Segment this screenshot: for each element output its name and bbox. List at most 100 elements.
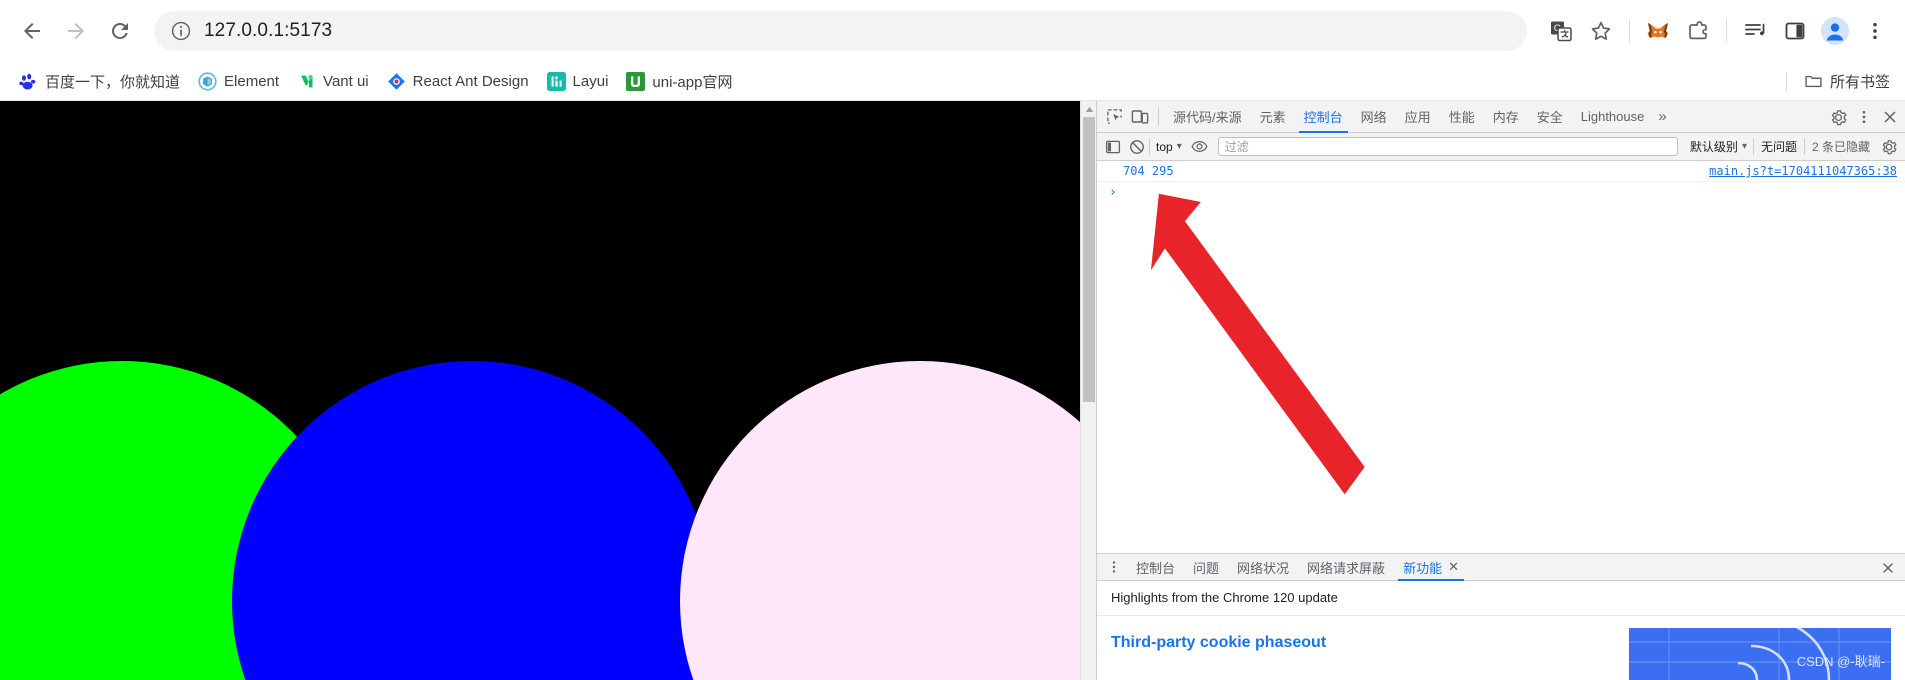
devtools-tab-security[interactable]: 安全 — [1528, 101, 1572, 133]
devtools-tab-elements[interactable]: 元素 — [1251, 101, 1295, 133]
console-input-prompt[interactable]: › — [1097, 182, 1905, 203]
blue-circle — [232, 361, 712, 680]
clear-console-button[interactable] — [1125, 135, 1149, 159]
bookmarks-bar-right: 所有书签 — [1778, 62, 1899, 101]
profile-button[interactable] — [1815, 11, 1855, 51]
extensions-button[interactable] — [1678, 11, 1718, 51]
side-panel-button[interactable] — [1775, 11, 1815, 51]
devtools-tab-overflow-button[interactable]: » — [1653, 101, 1671, 133]
console-sidebar-toggle-button[interactable] — [1101, 135, 1125, 159]
bookmark-label: Element — [224, 72, 280, 90]
browser-chrome: 127.0.0.1:5173 G — [0, 0, 1905, 101]
devtools-drawer: 控制台 问题 网络状况 网络请求屏蔽 新功能 ✕ Highlights from… — [1097, 554, 1905, 680]
drawer-close-button[interactable] — [1875, 555, 1901, 581]
console-log-row[interactable]: 704 295 main.js?t=1704111047365:38 — [1097, 161, 1905, 182]
console-hidden-count[interactable]: 2 条已隐藏 — [1805, 138, 1877, 155]
console-log-source-link[interactable]: main.js?t=1704111047365:38 — [1709, 164, 1897, 178]
translate-button[interactable]: G — [1541, 11, 1581, 51]
metamask-extension-button[interactable] — [1638, 11, 1678, 51]
tab-label: 源代码/来源 — [1173, 110, 1242, 125]
console-filter-input[interactable] — [1217, 137, 1678, 156]
info-circle-icon[interactable] — [170, 20, 192, 42]
tab-label: Lighthouse — [1580, 109, 1645, 124]
drawer-tab-console[interactable]: 控制台 — [1127, 554, 1184, 581]
device-toolbar-button[interactable] — [1127, 104, 1153, 130]
tab-label: 网络 — [1360, 110, 1387, 125]
drawer-tab-whats-new[interactable]: 新功能 ✕ — [1394, 554, 1468, 581]
tab-label: 内存 — [1492, 110, 1519, 125]
whats-new-item-thumbnail[interactable]: CSDN @-耿瑞- — [1629, 628, 1891, 680]
whats-new-item-title[interactable]: Third-party cookie phaseout — [1111, 628, 1326, 652]
devtools-more-menu-icon — [1862, 110, 1866, 124]
drawer-tab-label: 网络请求屏蔽 — [1307, 560, 1386, 576]
bookmark-label: Layui — [572, 72, 609, 90]
devtools-tabbar: 源代码/来源 元素 控制台 网络 应用 性能 内存 安全 Lighthouse … — [1097, 101, 1905, 133]
back-arrow-icon — [24, 23, 40, 39]
back-button[interactable] — [10, 9, 54, 53]
drawer-tab-issues[interactable]: 问题 — [1184, 554, 1228, 581]
bookmark-item-element[interactable]: Element — [189, 68, 288, 95]
scrollbar-up-arrow[interactable] — [1081, 101, 1097, 117]
address-bar[interactable]: 127.0.0.1:5173 — [154, 11, 1527, 51]
chevron-double-right-icon: » — [1658, 108, 1667, 125]
drawer-tab-label: 问题 — [1193, 560, 1220, 576]
bookmark-item-baidu[interactable]: 百度一下，你就知道 — [10, 67, 189, 96]
drawer-close-icon — [1883, 562, 1893, 573]
live-expression-button[interactable] — [1188, 135, 1212, 159]
scrollbar-thumb[interactable] — [1083, 117, 1095, 402]
all-bookmarks-label: 所有书签 — [1829, 74, 1890, 91]
devtools-more-menu-button[interactable] — [1851, 104, 1877, 130]
address-bar-url: 127.0.0.1:5173 — [204, 20, 333, 41]
toolbar-divider-2 — [1726, 19, 1727, 43]
bookmark-item-uniapp[interactable]: uni-app官网 — [617, 67, 741, 96]
devtools-settings-gear-icon — [1831, 109, 1847, 125]
all-bookmarks-button[interactable]: 所有书签 — [1795, 67, 1899, 96]
csdn-watermark: CSDN @-耿瑞- — [1796, 654, 1885, 669]
profile-avatar-icon — [1821, 17, 1849, 45]
devtools-settings-button[interactable] — [1825, 104, 1851, 130]
chevron-down-icon: ▾ — [1176, 141, 1182, 152]
tab-label: 应用 — [1404, 110, 1431, 125]
console-settings-gear-icon — [1882, 139, 1897, 154]
devtools-close-button[interactable] — [1877, 104, 1903, 130]
bookmark-item-layui[interactable]: Layui — [538, 68, 618, 95]
page-vertical-scrollbar[interactable] — [1080, 101, 1096, 680]
devtools-tab-console[interactable]: 控制台 — [1295, 101, 1352, 133]
devtools-tab-network[interactable]: 网络 — [1352, 101, 1396, 133]
whats-new-subtitle: Highlights from the Chrome 120 update — [1097, 581, 1905, 616]
forward-arrow-icon — [68, 23, 84, 39]
bookmark-star-button[interactable] — [1581, 11, 1621, 51]
devtools-panel: 源代码/来源 元素 控制台 网络 应用 性能 内存 安全 Lighthouse … — [1096, 101, 1905, 680]
forward-button[interactable] — [54, 9, 98, 53]
drawer-tab-close-icon[interactable]: ✕ — [1448, 559, 1459, 575]
console-issues-status[interactable]: 无问题 — [1754, 138, 1804, 155]
devtools-tabbar-actions — [1825, 101, 1903, 133]
bookmark-item-react-ant-design[interactable]: React Ant Design — [378, 68, 538, 95]
devtools-tab-memory[interactable]: 内存 — [1484, 101, 1528, 133]
drawer-more-menu-button[interactable] — [1101, 554, 1127, 580]
console-output[interactable]: 704 295 main.js?t=1704111047365:38 › — [1097, 161, 1905, 554]
bookmark-item-vant-ui[interactable]: Vant ui — [288, 68, 378, 95]
chevron-down-icon: ▾ — [1741, 141, 1747, 152]
devtools-tab-sources[interactable]: 源代码/来源 — [1164, 101, 1251, 133]
reload-button[interactable] — [98, 9, 142, 53]
bookmark-label: React Ant Design — [412, 72, 529, 90]
page-viewport[interactable] — [0, 101, 1080, 680]
devtools-tab-performance[interactable]: 性能 — [1440, 101, 1484, 133]
inspect-element-button[interactable] — [1101, 104, 1127, 130]
drawer-tab-network-conditions[interactable]: 网络状况 — [1228, 554, 1298, 581]
console-settings-button[interactable] — [1877, 135, 1901, 159]
console-context-selector[interactable]: top ▾ — [1150, 137, 1188, 157]
chrome-menu-button[interactable] — [1855, 11, 1895, 51]
baidu-paw-icon — [19, 72, 38, 91]
device-toolbar-icon — [1131, 109, 1149, 124]
media-controls-button[interactable] — [1735, 11, 1775, 51]
devtools-tab-application[interactable]: 应用 — [1396, 101, 1440, 133]
console-log-level-selector[interactable]: 默认级别 ▾ — [1684, 137, 1753, 157]
console-sidebar-icon — [1105, 140, 1121, 153]
uniapp-icon — [626, 71, 646, 91]
toolbar-divider-1 — [1629, 19, 1630, 43]
drawer-tab-network-request-blocking[interactable]: 网络请求屏蔽 — [1298, 554, 1394, 581]
extensions-puzzle-icon — [1689, 21, 1707, 40]
devtools-tab-lighthouse[interactable]: Lighthouse — [1572, 101, 1654, 133]
